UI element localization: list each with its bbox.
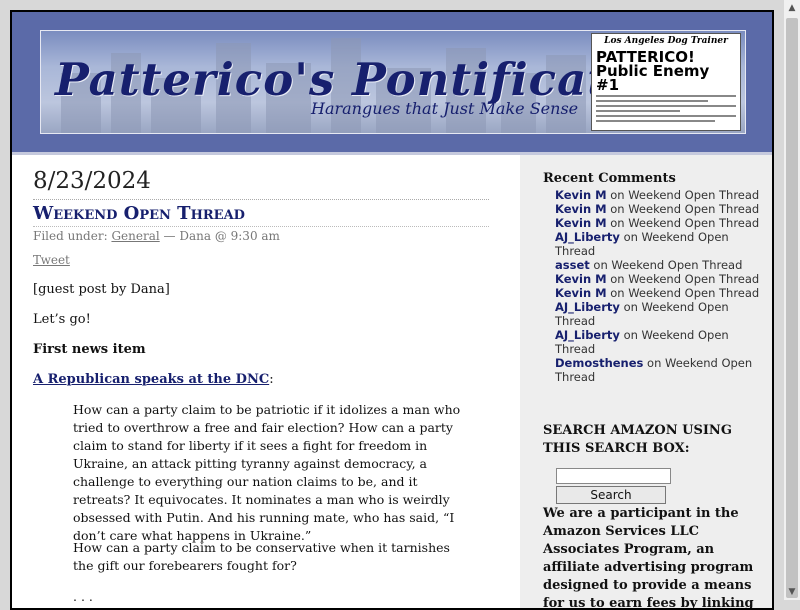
post-title-link[interactable]: Weekend Open Thread <box>33 203 245 224</box>
post-date: 8/23/2024 <box>33 168 151 194</box>
scroll-down-arrow-icon[interactable]: ▼ <box>784 584 800 600</box>
recent-comment-item: Demosthenes on Weekend Open Thread <box>555 356 760 384</box>
dnc-paragraph: A Republican speaks at the DNC: <box>33 371 274 389</box>
comment-author-link[interactable]: asset <box>555 258 590 272</box>
header-banner[interactable]: Patterico's Pontifications Harangues tha… <box>40 30 746 134</box>
comment-author-link[interactable]: Kevin M <box>555 272 607 286</box>
sidebar: Recent Comments Kevin M on Weekend Open … <box>520 155 772 610</box>
amazon-disclosure-text: We are a participant in the Amazon Servi… <box>543 506 754 610</box>
amazon-search-heading: SEARCH AMAZON USING THIS SEARCH BOX: <box>543 423 732 456</box>
recent-comment-item: Kevin M on Weekend Open Thread <box>555 216 760 230</box>
comment-post-link[interactable]: Weekend Open Thread <box>628 216 759 230</box>
scroll-up-arrow-icon[interactable]: ▲ <box>784 0 800 16</box>
post-meta: Filed under: General — Dana @ 9:30 am <box>33 229 280 243</box>
site-tagline: Harangues that Just Make Sense <box>311 99 579 118</box>
recent-comment-item: AJ_Liberty on Weekend Open Thread <box>555 300 760 328</box>
browser-viewport: Patterico's Pontifications Harangues tha… <box>10 10 774 610</box>
on-text: on <box>623 328 638 342</box>
clipping-masthead: Los Angeles Dog Trainer <box>604 36 728 46</box>
on-text: on <box>610 202 625 216</box>
amazon-search-input[interactable] <box>556 468 671 484</box>
scrollbar-thumb[interactable] <box>786 18 798 598</box>
on-text: on <box>610 188 625 202</box>
blockquote-paragraph-1: How can a party claim to be patriotic if… <box>73 402 461 543</box>
recent-comment-item: AJ_Liberty on Weekend Open Thread <box>555 230 760 258</box>
recent-comments-list: Kevin M on Weekend Open Thread Kevin M o… <box>555 188 760 384</box>
recent-comment-item: Kevin M on Weekend Open Thread <box>555 188 760 202</box>
vertical-scrollbar[interactable]: ▲ ▼ <box>784 0 800 600</box>
recent-comments-heading: Recent Comments <box>543 171 676 186</box>
on-text: on <box>610 286 625 300</box>
main-content: 8/23/2024 Weekend Open Thread Filed unde… <box>12 155 520 608</box>
on-text: on <box>647 356 662 370</box>
on-text: on <box>623 300 638 314</box>
comment-author-link[interactable]: AJ_Liberty <box>555 300 620 314</box>
comment-author-link[interactable]: Kevin M <box>555 202 607 216</box>
tweet-link[interactable]: Tweet <box>33 253 70 267</box>
comment-post-link[interactable]: Weekend Open Thread <box>628 202 759 216</box>
guest-post-note: [guest post by Dana] <box>33 282 170 297</box>
clipping-headline: PATTERICO! Public Enemy #1 <box>596 48 710 94</box>
link-colon: : <box>269 372 274 387</box>
comment-author-link[interactable]: Kevin M <box>555 286 607 300</box>
on-text: on <box>593 258 608 272</box>
title-divider <box>33 226 489 227</box>
recent-comment-item: Kevin M on Weekend Open Thread <box>555 272 760 286</box>
comment-post-link[interactable]: Weekend Open Thread <box>628 286 759 300</box>
site-header: Patterico's Pontifications Harangues tha… <box>12 12 772 155</box>
comment-post-link[interactable]: Weekend Open Thread <box>611 258 742 272</box>
comment-post-link[interactable]: Weekend Open Thread <box>628 272 759 286</box>
meta-suffix: — Dana @ 9:30 am <box>163 229 280 243</box>
amazon-search-button[interactable]: Search <box>556 486 666 504</box>
comment-post-link[interactable]: Weekend Open Thread <box>628 188 759 202</box>
comment-author-link[interactable]: Demosthenes <box>555 356 643 370</box>
newspaper-clipping-image: Los Angeles Dog Trainer PATTERICO! Publi… <box>591 33 741 131</box>
comment-author-link[interactable]: AJ_Liberty <box>555 328 620 342</box>
on-text: on <box>623 230 638 244</box>
comment-author-link[interactable]: Kevin M <box>555 188 607 202</box>
comment-author-link[interactable]: Kevin M <box>555 216 607 230</box>
recent-comment-item: Kevin M on Weekend Open Thread <box>555 286 760 300</box>
recent-comment-item: AJ_Liberty on Weekend Open Thread <box>555 328 760 356</box>
intro-paragraph: Let’s go! <box>33 312 91 327</box>
on-text: on <box>610 216 625 230</box>
on-text: on <box>610 272 625 286</box>
dnc-article-link[interactable]: A Republican speaks at the DNC <box>33 372 269 387</box>
date-divider <box>33 199 489 200</box>
category-link[interactable]: General <box>111 229 159 243</box>
meta-prefix: Filed under: <box>33 229 108 243</box>
quote-ellipsis: . . . <box>73 589 93 604</box>
recent-comment-item: Kevin M on Weekend Open Thread <box>555 202 760 216</box>
blockquote-paragraph-2: How can a party claim to be conservative… <box>73 540 450 573</box>
news-item-heading: First news item <box>33 342 146 357</box>
recent-comment-item: asset on Weekend Open Thread <box>555 258 760 272</box>
comment-author-link[interactable]: AJ_Liberty <box>555 230 620 244</box>
